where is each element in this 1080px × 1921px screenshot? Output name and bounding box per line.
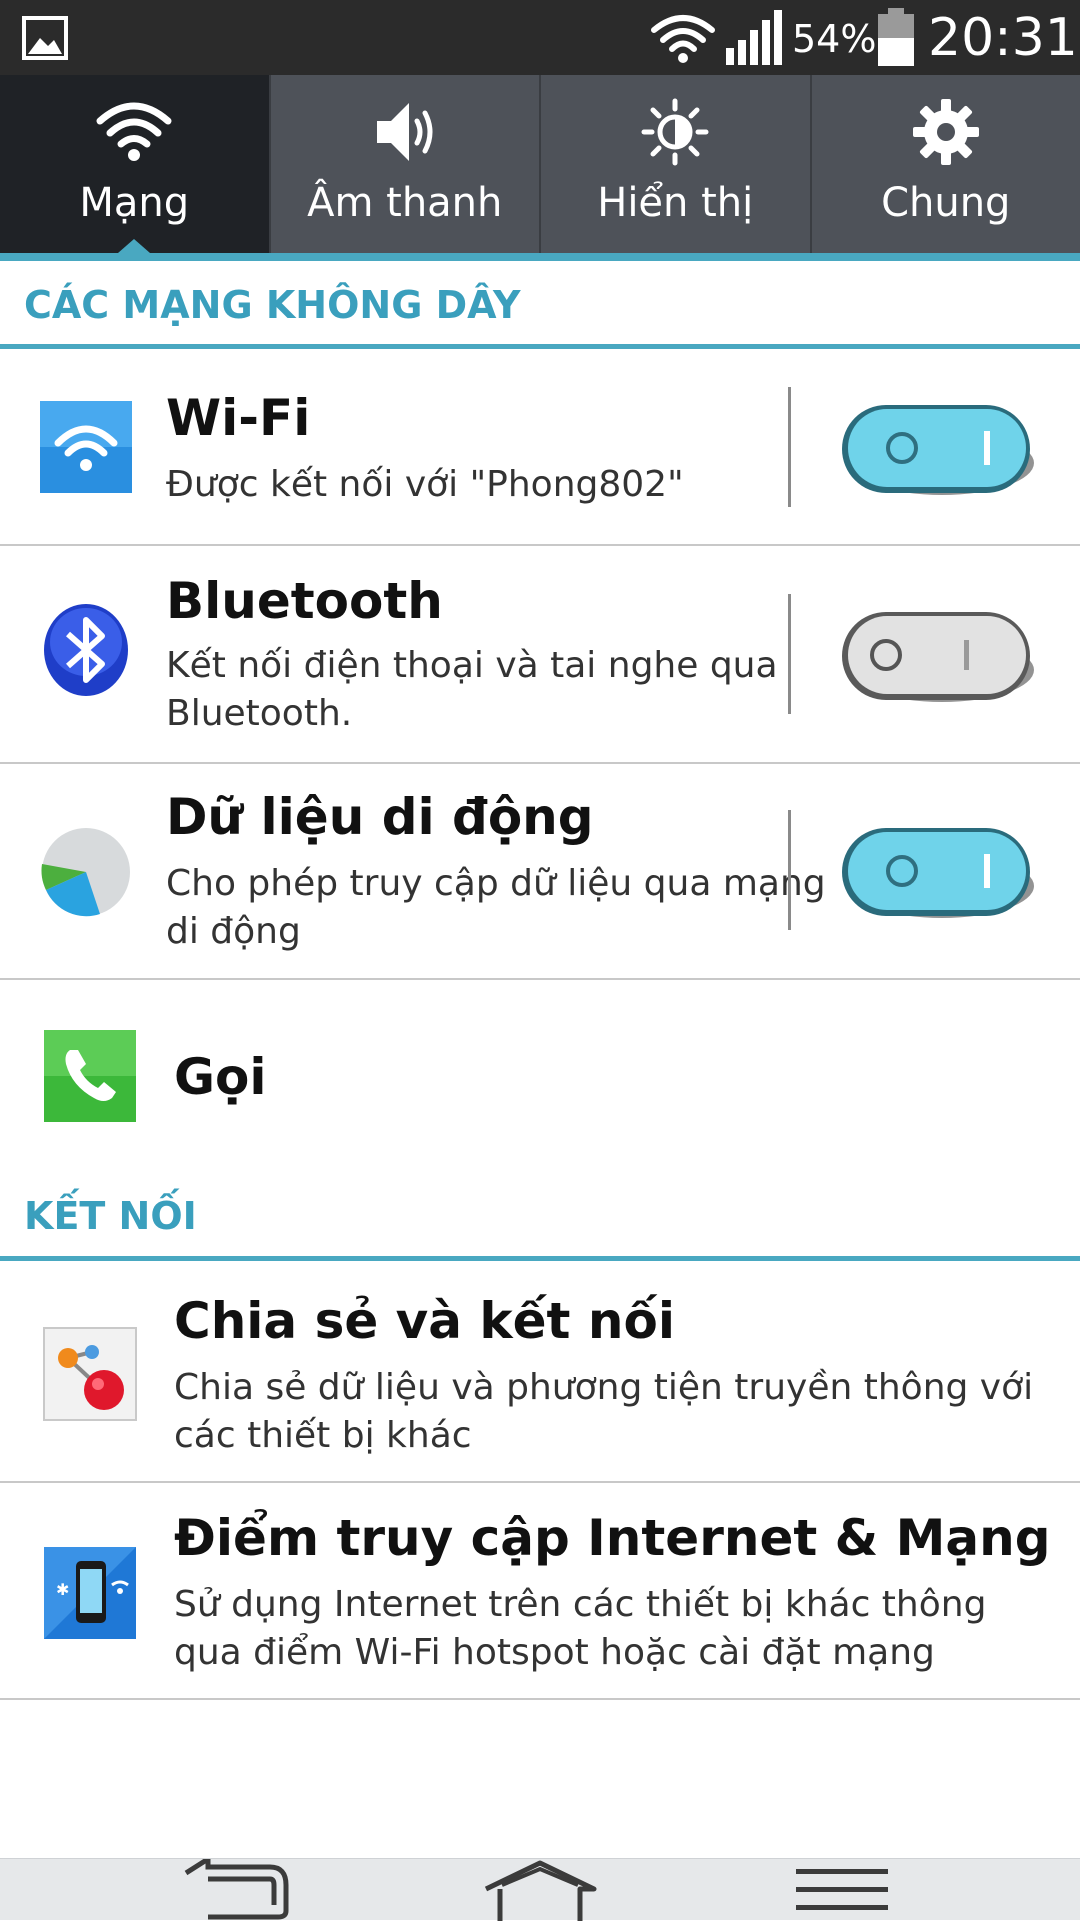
list-item-hotspot[interactable]: ✱ Điểm truy cập Internet & Mạng Sử dụng … bbox=[0, 1483, 1080, 1700]
list-item-share-connect[interactable]: Chia sẻ và kết nối Chia sẻ dữ liệu và ph… bbox=[0, 1264, 1080, 1483]
settings-tabs: Mạng Âm thanh Hiển thị bbox=[0, 75, 1080, 253]
signal-strength-icon bbox=[726, 10, 782, 65]
wifi-app-icon bbox=[38, 399, 134, 495]
section-divider bbox=[0, 344, 1080, 349]
tab-general[interactable]: Chung bbox=[810, 75, 1080, 253]
mobile-data-toggle[interactable] bbox=[838, 822, 1034, 922]
clock: 20:31 bbox=[928, 8, 1078, 68]
tab-network[interactable]: Mạng bbox=[0, 75, 269, 253]
tab-label: Mạng bbox=[0, 175, 269, 231]
list-item-wifi[interactable]: Wi-Fi Được kết nối với "Phong802" bbox=[0, 351, 1080, 546]
row-divider bbox=[788, 810, 791, 930]
menu-button-icon[interactable] bbox=[794, 1859, 890, 1921]
section-title: CÁC MẠNG KHÔNG DÂY bbox=[24, 283, 520, 327]
list-item-calls[interactable]: Gọi bbox=[0, 980, 1080, 1160]
speaker-icon bbox=[363, 97, 447, 167]
list-item-mobile-data[interactable]: Dữ liệu di động Cho phép truy cập dữ liệ… bbox=[0, 764, 1080, 980]
row-title: Điểm truy cập Internet & Mạng bbox=[174, 1509, 1051, 1567]
battery-icon bbox=[878, 8, 914, 66]
mobile-data-icon bbox=[38, 824, 134, 920]
row-subtitle: Kết nối điện thoại và tai nghe qua Bluet… bbox=[166, 642, 830, 738]
tab-label: Chung bbox=[812, 175, 1080, 231]
section-header-wireless: CÁC MẠNG KHÔNG DÂY bbox=[0, 261, 1080, 351]
gear-icon bbox=[904, 97, 988, 167]
row-title: Dữ liệu di động bbox=[166, 788, 594, 846]
back-button-icon[interactable] bbox=[180, 1859, 290, 1921]
row-divider bbox=[788, 594, 791, 714]
wifi-status-icon bbox=[650, 14, 716, 64]
brightness-icon bbox=[633, 97, 717, 167]
row-title: Chia sẻ và kết nối bbox=[174, 1292, 675, 1350]
section-divider bbox=[0, 1256, 1080, 1261]
navigation-bar bbox=[0, 1858, 1080, 1920]
tab-label: Âm thanh bbox=[271, 175, 540, 231]
section-header-connect: KẾT NỐI bbox=[0, 1160, 1080, 1264]
tab-display[interactable]: Hiển thị bbox=[539, 75, 810, 253]
svg-text:✱: ✱ bbox=[56, 1580, 69, 1599]
row-subtitle: Sử dụng Internet trên các thiết bị khác … bbox=[174, 1581, 1040, 1677]
row-title: Gọi bbox=[174, 1048, 267, 1106]
hotspot-icon: ✱ bbox=[42, 1545, 138, 1641]
bluetooth-toggle[interactable] bbox=[838, 606, 1034, 706]
battery-percent: 54% bbox=[792, 14, 876, 64]
row-subtitle: Chia sẻ dữ liệu và phương tiện truyền th… bbox=[174, 1364, 1040, 1460]
tab-label: Hiển thị bbox=[541, 175, 810, 231]
section-title: KẾT NỐI bbox=[24, 1194, 197, 1238]
share-connect-icon bbox=[42, 1326, 138, 1422]
tabs-underline bbox=[0, 253, 1080, 261]
wifi-icon bbox=[92, 97, 176, 167]
home-button-icon[interactable] bbox=[480, 1859, 600, 1921]
list-item-bluetooth[interactable]: Bluetooth Kết nối điện thoại và tai nghe… bbox=[0, 546, 1080, 764]
row-divider bbox=[788, 387, 791, 507]
row-title: Bluetooth bbox=[166, 572, 443, 630]
wifi-toggle[interactable] bbox=[838, 399, 1034, 499]
status-bar: 54% 20:31 bbox=[0, 0, 1080, 75]
row-title: Wi-Fi bbox=[166, 389, 310, 447]
row-subtitle: Cho phép truy cập dữ liệu qua mạng di độ… bbox=[166, 860, 830, 956]
row-subtitle: Được kết nối với "Phong802" bbox=[166, 461, 830, 509]
bluetooth-icon bbox=[38, 602, 134, 698]
gallery-notification-icon bbox=[22, 16, 68, 60]
tab-sound[interactable]: Âm thanh bbox=[269, 75, 540, 253]
active-tab-indicator bbox=[118, 239, 150, 253]
phone-icon bbox=[42, 1028, 138, 1124]
